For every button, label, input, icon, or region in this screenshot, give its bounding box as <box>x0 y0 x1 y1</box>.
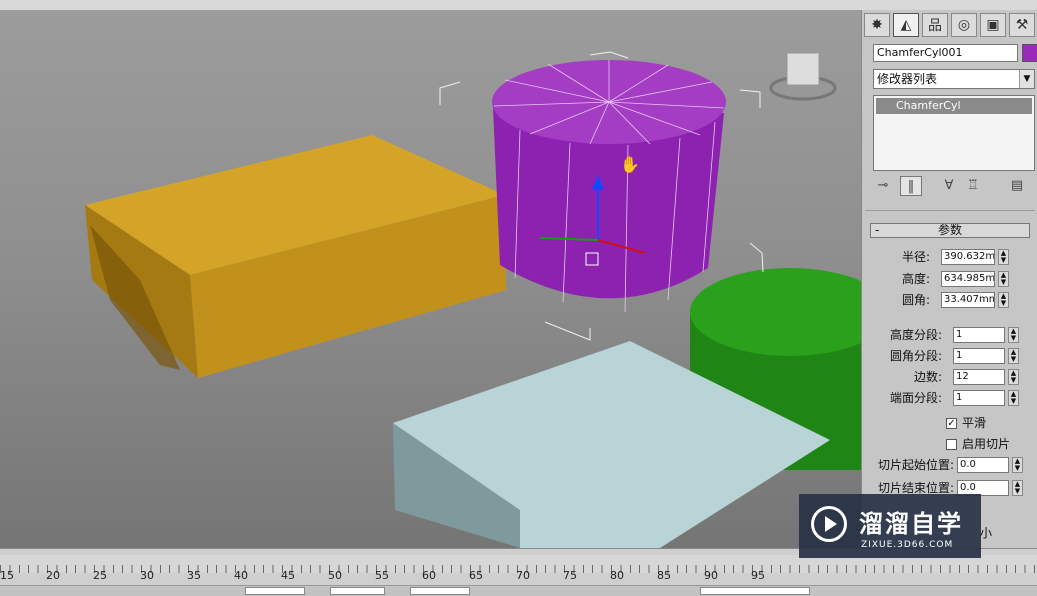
play-logo-icon <box>811 506 847 542</box>
sides-spinner[interactable]: ▲ ▼ <box>1008 369 1019 385</box>
slice-on-label: 启用切片 <box>962 437 1011 451</box>
ruler-tick: 85 <box>657 569 671 582</box>
perspective-viewport[interactable]: ✋ <box>0 10 861 548</box>
height-label: 高度: <box>901 272 930 286</box>
height-input[interactable]: 634.985m <box>941 271 995 287</box>
command-panel: ✸ ◭ 品 ◎ ▣ ⚒ ChamferCyl001 修改器列表 ▼ Chamfe… <box>861 10 1037 548</box>
fillet-label: 圆角: <box>901 293 930 307</box>
radius-label: 半径: <box>901 250 930 264</box>
make-unique-icon[interactable]: ∀ <box>938 176 960 196</box>
watermark-title: 溜溜自学 <box>859 510 963 538</box>
height-segs-spinner[interactable]: ▲ ▼ <box>1008 327 1019 343</box>
cap-segs-row: 端面分段: 1 ▲ ▼ <box>862 389 1037 407</box>
fillet-input[interactable]: 33.407mm <box>941 292 995 308</box>
object-name-field[interactable]: ChamferCyl001 <box>873 44 1018 62</box>
height-segs-input[interactable]: 1 <box>953 327 1005 343</box>
ruler-tick: 35 <box>187 569 201 582</box>
gold-box[interactable] <box>85 135 506 378</box>
partial-label: 小 <box>980 526 993 540</box>
fillet-segs-row: 圆角分段: 1 ▲ ▼ <box>862 347 1037 365</box>
ruler-tick: 75 <box>563 569 577 582</box>
modifier-list-dropdown[interactable]: 修改器列表 ▼ <box>873 69 1035 89</box>
collapse-icon: - <box>875 223 880 237</box>
fillet-segs-input[interactable]: 1 <box>953 348 1005 364</box>
ruler-tick: 25 <box>93 569 107 582</box>
cap-segs-spinner[interactable]: ▲ ▼ <box>1008 390 1019 406</box>
radius-input[interactable]: 390.632m <box>941 249 995 265</box>
sides-label: 边数: <box>913 370 942 384</box>
modifier-list-label: 修改器列表 <box>877 72 938 86</box>
ruler-tick: 90 <box>704 569 718 582</box>
rollout-title: 参数 <box>937 223 962 237</box>
parameters-rollout-header[interactable]: - 参数 <box>870 223 1030 238</box>
ruler-tick: 65 <box>469 569 483 582</box>
create-icon[interactable]: ✸ <box>864 13 890 37</box>
ruler-tick: 70 <box>516 569 530 582</box>
fillet-row: 圆角: 33.407mm ▲ ▼ <box>862 291 1037 309</box>
modify-icon[interactable]: ◭ <box>893 13 919 37</box>
height-spinner[interactable]: ▲ ▼ <box>998 271 1009 287</box>
fillet-segs-spinner[interactable]: ▲ ▼ <box>1008 348 1019 364</box>
slice-from-label: 切片起始位置: <box>877 458 954 472</box>
ruler-tick: 20 <box>46 569 60 582</box>
radius-spinner[interactable]: ▲ ▼ <box>998 249 1009 265</box>
sides-input[interactable]: 12 <box>953 369 1005 385</box>
ruler-tick: 15 <box>0 569 14 582</box>
stack-item-chamfercyl[interactable]: ChamferCyl <box>876 98 1032 114</box>
slice-to-spinner[interactable]: ▲ ▼ <box>1012 480 1023 496</box>
slice-on-checkbox[interactable] <box>946 439 957 450</box>
purple-chamfer-cylinder[interactable] <box>492 60 726 313</box>
pin-stack-icon[interactable]: ⊸ <box>872 176 894 196</box>
fillet-segs-label: 圆角分段: <box>889 349 942 363</box>
ruler-tick: 40 <box>234 569 248 582</box>
configure-sets-icon[interactable]: ▤ <box>1006 176 1028 196</box>
cap-segs-label: 端面分段: <box>889 391 942 405</box>
motion-icon[interactable]: ◎ <box>951 13 977 37</box>
height-segs-row: 高度分段: 1 ▲ ▼ <box>862 326 1037 344</box>
smooth-checkbox[interactable]: ✓ <box>946 418 957 429</box>
hierarchy-icon[interactable]: 品 <box>922 13 948 37</box>
slice-from-row: 切片起始位置: 0.0 ▲ ▼ <box>862 456 1037 474</box>
slice-from-spinner[interactable]: ▲ ▼ <box>1012 457 1023 473</box>
status-bar <box>0 585 1037 596</box>
watermark-url: ZIXUE.3D66.COM <box>861 540 954 550</box>
display-icon[interactable]: ▣ <box>980 13 1006 37</box>
ruler-tick: 60 <box>422 569 436 582</box>
smooth-label: 平滑 <box>962 416 987 430</box>
sides-row: 边数: 12 ▲ ▼ <box>862 368 1037 386</box>
fillet-spinner[interactable]: ▲ ▼ <box>998 292 1009 308</box>
cap-segs-input[interactable]: 1 <box>953 390 1005 406</box>
height-segs-label: 高度分段: <box>889 328 942 342</box>
panel-tabs: ✸ ◭ 品 ◎ ▣ ⚒ <box>862 10 1037 40</box>
utilities-icon[interactable]: ⚒ <box>1009 13 1035 37</box>
modifier-stack[interactable]: ChamferCyl <box>873 95 1035 171</box>
watermark: 溜溜自学 ZIXUE.3D66.COM <box>799 494 981 558</box>
ruler-tick: 50 <box>328 569 342 582</box>
show-end-result-icon[interactable]: ‖ <box>900 176 922 196</box>
divider <box>865 210 1035 211</box>
ruler-tick: 55 <box>375 569 389 582</box>
ruler-tick: 30 <box>140 569 154 582</box>
ruler-tick: 95 <box>751 569 765 582</box>
slice-from-input[interactable]: 0.0 <box>957 457 1009 473</box>
hand-cursor-icon: ✋ <box>620 155 640 174</box>
radius-row: 半径: 390.632m ▲ ▼ <box>862 248 1037 266</box>
ruler-tick: 45 <box>281 569 295 582</box>
remove-modifier-icon[interactable]: ♖ <box>962 176 984 196</box>
object-color-swatch[interactable] <box>1022 44 1037 62</box>
height-row: 高度: 634.985m ▲ ▼ <box>862 270 1037 288</box>
stack-tools: ⊸ ‖ ∀ ♖ ▤ <box>870 176 1035 198</box>
ruler-tick: 80 <box>610 569 624 582</box>
chevron-down-icon: ▼ <box>1019 70 1034 88</box>
viewcube-icon[interactable] <box>769 52 837 101</box>
